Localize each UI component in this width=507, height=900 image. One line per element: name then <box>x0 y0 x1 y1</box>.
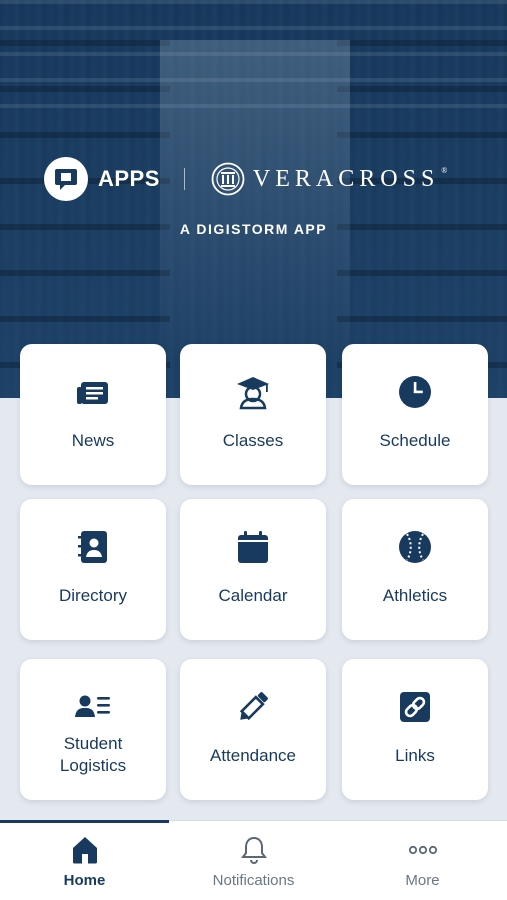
tile-label: Schedule <box>379 431 451 450</box>
tile-label: Athletics <box>382 586 448 605</box>
tile-label-line2: Logistics <box>59 756 127 775</box>
clock-icon <box>399 376 431 408</box>
tile-label: Attendance <box>209 746 296 765</box>
tile-attendance[interactable]: Attendance <box>180 659 326 800</box>
tile-student-logistics[interactable]: Student Logistics <box>20 659 166 800</box>
baseball-icon <box>399 531 431 563</box>
tile-label: Links <box>395 746 435 765</box>
more-dots-icon <box>408 845 438 855</box>
tile-label: Student Logistics <box>20 733 166 777</box>
tile-calendar[interactable]: Calendar <box>180 499 326 640</box>
bell-icon <box>241 836 267 864</box>
tile-label: News <box>71 431 115 450</box>
calendar-icon <box>238 531 268 563</box>
tab-label: Home <box>63 872 106 889</box>
address-book-icon <box>78 531 107 563</box>
tile-classes[interactable]: Classes <box>180 344 326 485</box>
tile-label: Calendar <box>218 586 288 605</box>
pencil-icon <box>239 692 268 721</box>
home-icon <box>73 837 97 864</box>
app-tile-grid: News Classes Schedule Directory Calendar… <box>0 0 507 900</box>
tile-links[interactable]: Links <box>342 659 488 800</box>
bottom-tab-bar: Home Notifications More <box>0 820 507 900</box>
tile-label: Classes <box>222 431 284 450</box>
newspaper-icon <box>77 382 108 404</box>
tile-label: Directory <box>58 586 127 605</box>
graduation-cap-icon <box>237 377 269 410</box>
link-icon <box>400 692 430 722</box>
tab-home[interactable]: Home <box>0 821 169 900</box>
tile-schedule[interactable]: Schedule <box>342 344 488 485</box>
user-list-icon <box>75 695 110 717</box>
tile-label-line1: Student <box>63 734 123 753</box>
tab-more[interactable]: More <box>338 821 507 900</box>
tab-label: More <box>405 872 440 889</box>
tile-news[interactable]: News <box>20 344 166 485</box>
tile-directory[interactable]: Directory <box>20 499 166 640</box>
tile-athletics[interactable]: Athletics <box>342 499 488 640</box>
tab-label: Notifications <box>212 872 295 889</box>
tab-notifications[interactable]: Notifications <box>169 821 338 900</box>
